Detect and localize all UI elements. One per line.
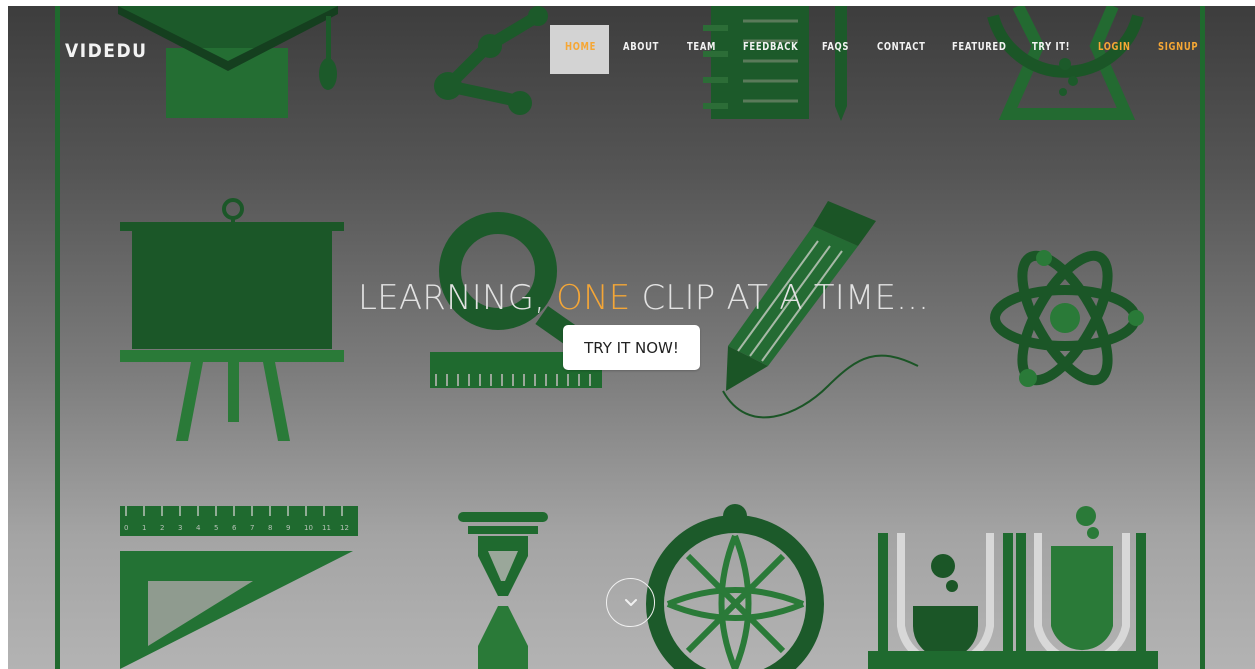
headline-highlight: ONE: [556, 278, 631, 318]
nav-item-team[interactable]: TEAM: [687, 40, 716, 53]
ruler-number: 12: [340, 524, 349, 532]
compass-icon: [646, 504, 824, 669]
ruler-number: 10: [304, 524, 313, 532]
ruler-number: 6: [232, 524, 237, 532]
beakers-icon: [868, 506, 1158, 669]
headline-part-1: LEARNING,: [358, 278, 557, 318]
ruler-number: 4: [196, 524, 201, 532]
scroll-down-button[interactable]: [606, 578, 655, 627]
headline-part-2: CLIP AT A TIME...: [630, 278, 930, 318]
ruler-icon: 0 1 2 3 4 5 6 7 8 9 10 11 12: [120, 506, 358, 669]
presentation-board-icon: [120, 198, 344, 441]
nav-item-feedback[interactable]: FEEDBACK: [743, 40, 798, 53]
nav-item-contact[interactable]: CONTACT: [877, 40, 926, 53]
top-navbar: VIDEDU HOME ABOUT TEAM FEEDBACK FAQS CON…: [8, 6, 1255, 96]
brand-logo[interactable]: VIDEDU: [65, 40, 148, 62]
nav-item-about[interactable]: ABOUT: [623, 40, 659, 53]
nav-item-try-it[interactable]: TRY IT!: [1032, 40, 1070, 53]
try-it-now-button[interactable]: TRY IT NOW!: [563, 325, 700, 370]
chevron-down-icon: [624, 599, 637, 606]
ruler-number: 3: [178, 524, 182, 532]
nav-item-signup[interactable]: SIGNUP: [1158, 40, 1198, 53]
nav-item-home[interactable]: HOME: [565, 40, 596, 53]
ruler-number: 7: [250, 524, 254, 532]
ruler-number: 5: [214, 524, 218, 532]
hero-section: 0 1 2 3 4 5 6 7 8 9 10 11 12 VIDEDU HOME…: [8, 6, 1255, 669]
ruler-number: 11: [322, 524, 331, 532]
page: 0 1 2 3 4 5 6 7 8 9 10 11 12 VIDEDU HOME…: [0, 0, 1255, 669]
ruler-number: 2: [160, 524, 164, 532]
ruler-number: 8: [268, 524, 272, 532]
hourglass-icon: [458, 512, 548, 669]
hero-headline: LEARNING, ONE CLIP AT A TIME...: [358, 278, 929, 318]
nav-item-featured[interactable]: FEATURED: [952, 40, 1007, 53]
ruler-number: 1: [142, 524, 146, 532]
nav-item-faqs[interactable]: FAQS: [822, 40, 849, 53]
nav-item-login[interactable]: LOGIN: [1098, 40, 1131, 53]
ruler-number: 0: [124, 524, 128, 532]
ruler-number: 9: [286, 524, 290, 532]
